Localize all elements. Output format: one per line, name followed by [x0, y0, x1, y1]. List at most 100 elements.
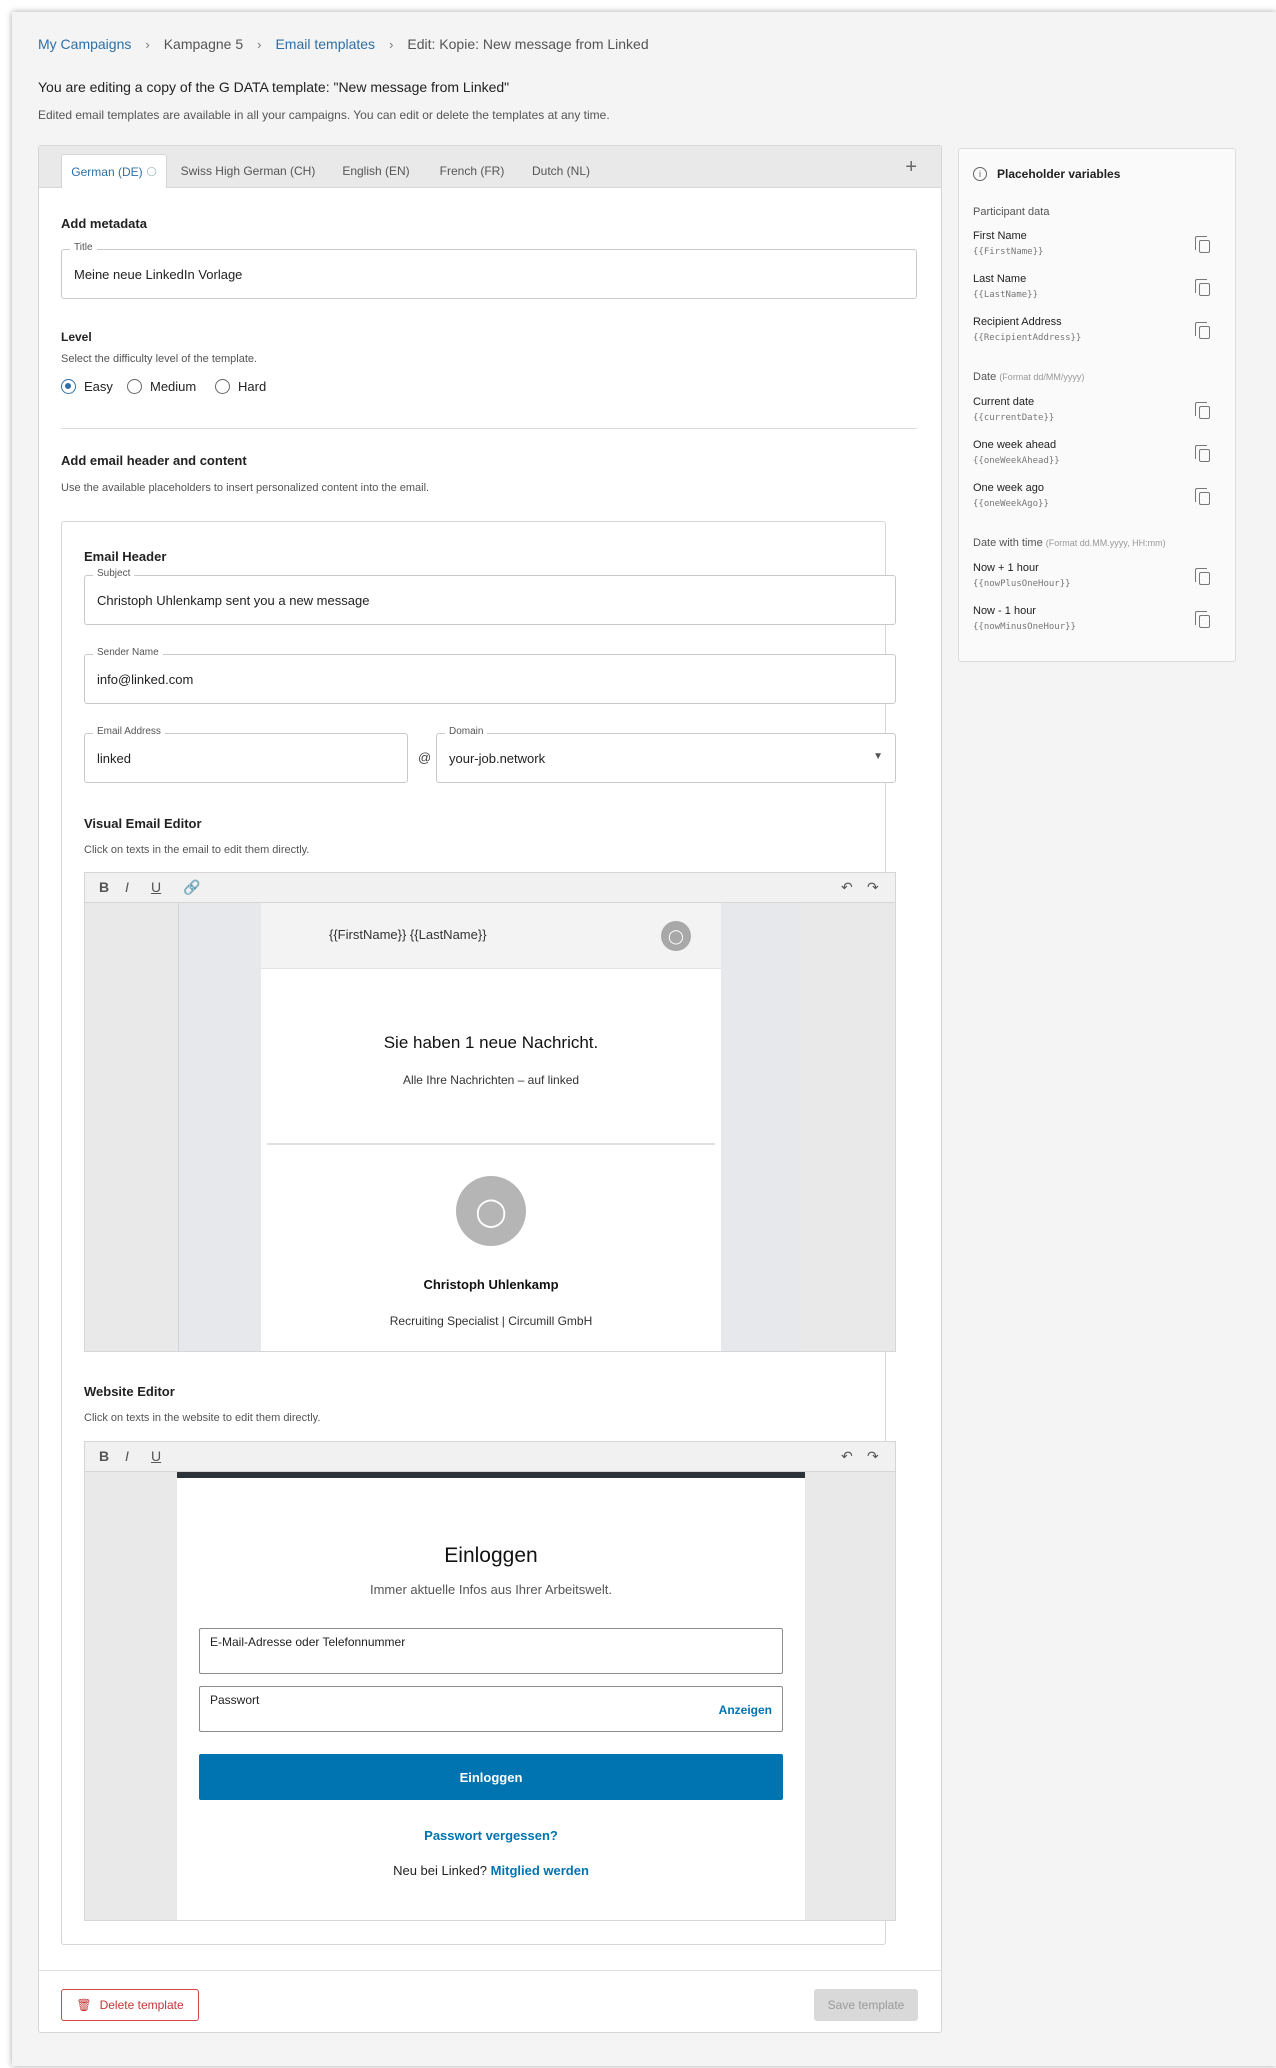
card-footer: 🗑 Delete template Save template	[39, 1970, 941, 2032]
bold-button[interactable]: B	[99, 1448, 109, 1464]
group-format: (Format dd.MM.yyyy, HH:mm)	[1045, 538, 1166, 548]
site-email-input[interactable]: E-Mail-Adresse oder Telefonnummer	[199, 1628, 783, 1674]
email-top-bar: {{FirstName}} {{LastName}} ◯	[261, 903, 721, 969]
radio-unchecked-icon	[215, 379, 230, 394]
content-subtitle: Use the available placeholders to insert…	[61, 482, 430, 494]
ph-code: {{oneWeekAhead}}	[973, 456, 1060, 466]
email-header-heading: Email Header	[84, 549, 167, 564]
sender-avatar-icon: ◯	[456, 1176, 526, 1246]
site-password-input[interactable]: Passwort Anzeigen	[199, 1686, 783, 1732]
copy-icon[interactable]	[1195, 236, 1210, 253]
breadcrumb-email-templates[interactable]: Email templates	[275, 36, 375, 52]
group-date-with-time: Date with time (Format dd.MM.yyyy, HH:mm…	[973, 537, 1166, 549]
ph-code: {{nowMinusOneHour}}	[973, 622, 1076, 632]
sender-name-value: info@linked.com	[97, 672, 194, 687]
site-subtitle[interactable]: Immer aktuelle Infos aus Ihrer Arbeitswe…	[177, 1582, 805, 1597]
ph-label: One week ahead	[973, 439, 1057, 451]
ph-code: {{currentDate}}	[973, 413, 1055, 423]
page-title: You are editing a copy of the G DATA tem…	[38, 79, 510, 95]
group-name: Participant data	[973, 206, 1050, 218]
redo-icon[interactable]: ↷	[867, 1448, 879, 1465]
redo-icon[interactable]: ↷	[867, 879, 879, 896]
ph-code: {{oneWeekAgo}}	[973, 499, 1049, 509]
breadcrumb-campaign[interactable]: Kampagne 5	[164, 36, 243, 52]
subject-field[interactable]: Subject Christoph Uhlenkamp sent you a n…	[84, 568, 896, 625]
copy-icon[interactable]	[1195, 402, 1210, 419]
add-language-icon[interactable]: +	[905, 156, 917, 179]
site-signup-prefix: Neu bei Linked?	[393, 1863, 488, 1878]
italic-button[interactable]: I	[125, 879, 129, 895]
sender-name-field[interactable]: Sender Name info@linked.com	[84, 647, 896, 704]
level-medium-label: Medium	[150, 379, 197, 394]
copy-icon[interactable]	[1195, 488, 1210, 505]
undo-icon[interactable]: ↶	[841, 879, 853, 896]
email-sender-role[interactable]: Recruiting Specialist | Circumill GmbH	[261, 1314, 721, 1328]
tab-french[interactable]: French (FR)	[429, 154, 515, 188]
email-subline[interactable]: Alle Ihre Nachrichten – auf linked	[261, 1073, 721, 1087]
underline-button[interactable]: U	[151, 879, 161, 895]
tab-english[interactable]: English (EN)	[329, 154, 423, 188]
email-headline[interactable]: Sie haben 1 neue Nachricht.	[261, 1033, 721, 1053]
placeholder-header: i Placeholder variables	[973, 167, 1120, 181]
site-title[interactable]: Einloggen	[177, 1544, 805, 1568]
breadcrumb-current: Edit: Kopie: New message from Linked	[407, 36, 649, 52]
breadcrumb-my-campaigns[interactable]: My Campaigns	[38, 36, 131, 52]
email-recipient[interactable]: {{FirstName}} {{LastName}}	[329, 927, 487, 942]
domain-select[interactable]: Domain your-job.network ▼	[436, 726, 896, 783]
site-login-button[interactable]: Einloggen	[199, 1754, 783, 1800]
level-easy-radio[interactable]: Easy	[61, 379, 113, 394]
email-sender-name[interactable]: Christoph Uhlenkamp	[261, 1277, 721, 1292]
tab-german[interactable]: German (DE) ◯	[61, 154, 167, 188]
italic-button[interactable]: I	[125, 1448, 129, 1464]
trash-icon: 🗑	[76, 1998, 92, 2012]
copy-icon[interactable]	[1195, 445, 1210, 462]
ph-code: {{FirstName}}	[973, 247, 1044, 257]
save-template-button[interactable]: Save template	[814, 1989, 918, 2021]
level-medium-radio[interactable]: Medium	[127, 379, 196, 394]
ph-label: One week ago	[973, 482, 1044, 494]
show-password-button[interactable]: Anzeigen	[719, 1703, 772, 1717]
ph-label: Current date	[973, 396, 1035, 408]
placeholder-variables-card: i Placeholder variables Participant data…	[958, 148, 1236, 662]
copy-icon[interactable]	[1195, 611, 1210, 628]
level-hard-radio[interactable]: Hard	[215, 379, 266, 394]
domain-label: Domain	[445, 726, 488, 737]
bold-button[interactable]: B	[99, 879, 109, 895]
subject-value: Christoph Uhlenkamp sent you a new messa…	[97, 593, 370, 608]
copy-icon[interactable]	[1195, 322, 1210, 339]
email-preview: {{FirstName}} {{LastName}} ◯ Sie haben 1…	[261, 903, 721, 1351]
tab-label: German (DE)	[71, 164, 143, 179]
visual-editor-heading: Visual Email Editor	[84, 816, 202, 831]
level-hard-label: Hard	[238, 379, 267, 394]
chevron-right-icon: ›	[145, 36, 150, 52]
site-signup-link[interactable]: Mitglied werden	[491, 1863, 589, 1878]
website-editor-toolbar: B I U ↶ ↷	[85, 1442, 895, 1472]
link-icon[interactable]: 🔗	[183, 879, 200, 896]
copy-icon[interactable]	[1195, 568, 1210, 585]
undo-icon[interactable]: ↶	[841, 1448, 853, 1465]
visual-editor-subtitle: Click on texts in the email to edit them…	[84, 844, 310, 856]
at-sign: @	[418, 750, 432, 765]
group-date: Date (Format dd/MM/yyyy)	[973, 371, 1084, 383]
radio-checked-icon	[61, 379, 76, 394]
content-heading: Add email header and content	[61, 453, 247, 468]
email-address-field[interactable]: Email Address linked	[84, 726, 408, 783]
group-name: Date with time	[973, 537, 1043, 549]
title-value: Meine neue LinkedIn Vorlage	[74, 267, 243, 282]
caret-down-icon: ▼	[873, 751, 883, 762]
website-editor-subtitle: Click on texts in the website to edit th…	[84, 1412, 321, 1424]
level-heading: Level	[61, 330, 92, 344]
ph-label: Now - 1 hour	[973, 605, 1036, 617]
email-editor-toolbar: B I U 🔗 ↶ ↷	[85, 873, 895, 903]
ph-code: {{nowPlusOneHour}}	[973, 579, 1071, 589]
tab-swiss-german[interactable]: Swiss High German (CH)	[173, 154, 323, 188]
title-label: Title	[70, 242, 97, 253]
tab-dutch[interactable]: Dutch (NL)	[521, 154, 601, 188]
underline-button[interactable]: U	[151, 1448, 161, 1464]
site-forgot-password-link[interactable]: Passwort vergessen?	[177, 1828, 805, 1843]
copy-icon[interactable]	[1195, 279, 1210, 296]
email-address-value: linked	[97, 751, 131, 766]
title-field[interactable]: Title Meine neue LinkedIn Vorlage	[61, 242, 917, 299]
delete-template-button[interactable]: 🗑 Delete template	[61, 1989, 199, 2021]
website-editor: B I U ↶ ↷ Einloggen Immer aktuelle Infos…	[84, 1441, 896, 1921]
